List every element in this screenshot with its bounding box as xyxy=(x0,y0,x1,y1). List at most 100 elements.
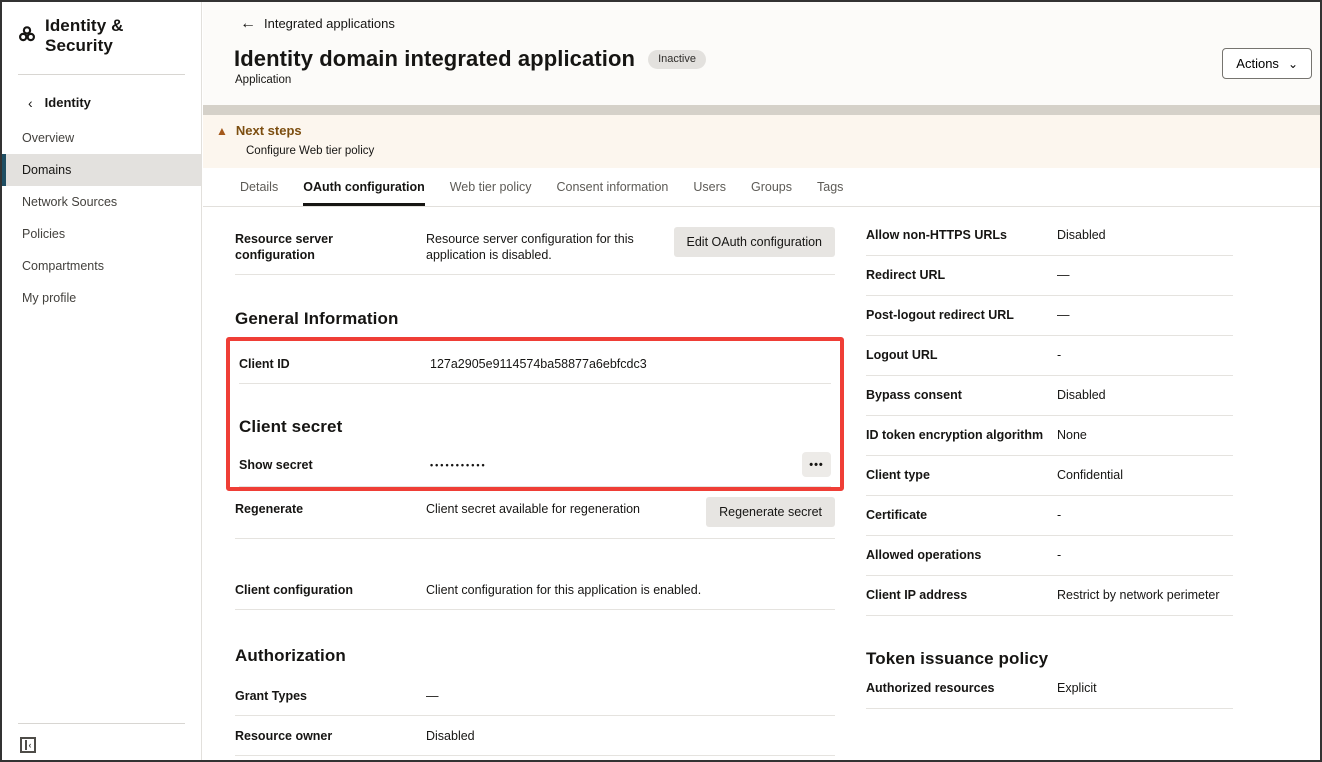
allow-non-https-label: Allow non-HTTPS URLs xyxy=(866,227,1057,243)
page-subtitle: Application xyxy=(235,74,291,86)
page-title: Identity domain integrated application xyxy=(234,46,635,72)
tab-details[interactable]: Details xyxy=(240,168,278,206)
allow-non-https-value: Disabled xyxy=(1057,227,1233,243)
client-type-value: Confidential xyxy=(1057,467,1233,483)
sidebar-section-identity[interactable]: ‹ Identity xyxy=(2,75,201,122)
client-ip-address-label: Client IP address xyxy=(866,587,1057,603)
actions-button[interactable]: Actions ⌄ xyxy=(1222,48,1312,79)
sidebar-item-network-sources[interactable]: Network Sources xyxy=(2,186,201,218)
title-row: Identity domain integrated application I… xyxy=(234,46,706,72)
authorized-resources-value: Explicit xyxy=(1057,680,1233,696)
breadcrumb-label[interactable]: Integrated applications xyxy=(264,16,395,31)
bypass-consent-value: Disabled xyxy=(1057,387,1233,403)
oauth-right-column: Allow non-HTTPS URLs Disabled Redirect U… xyxy=(866,207,1233,709)
show-secret-label: Show secret xyxy=(239,457,430,473)
allowed-operations-value: - xyxy=(1057,547,1233,563)
sidebar-item-domains[interactable]: Domains xyxy=(2,154,201,186)
client-secret-heading: Client secret xyxy=(239,417,831,437)
tab-consent-information[interactable]: Consent information xyxy=(556,168,668,206)
chevron-left-icon[interactable]: ‹ xyxy=(28,98,33,108)
sidebar-item-policies[interactable]: Policies xyxy=(2,218,201,250)
redirect-url-row: Redirect URL — xyxy=(866,256,1233,296)
token-issuance-policy-heading: Token issuance policy xyxy=(866,649,1233,669)
certificate-row: Certificate - xyxy=(866,496,1233,536)
status-badge: Inactive xyxy=(648,50,706,69)
authorized-resources-label: Authorized resources xyxy=(866,680,1057,696)
page-header: ← Integrated applications Identity domai… xyxy=(203,2,1320,105)
warning-icon: ▲ xyxy=(216,125,228,137)
oauth-left-column: Resource server configuration Resource s… xyxy=(235,207,835,762)
breadcrumb[interactable]: ← Integrated applications xyxy=(240,16,395,31)
resource-server-value: Resource server configuration for this a… xyxy=(426,231,674,263)
sidebar: Identity & Security ‹ Identity Overview … xyxy=(2,2,202,760)
certificate-value: - xyxy=(1057,507,1233,523)
tab-bar: Details OAuth configuration Web tier pol… xyxy=(203,168,1320,207)
post-logout-redirect-url-value: — xyxy=(1057,307,1233,323)
edit-oauth-configuration-button[interactable]: Edit OAuth configuration xyxy=(674,227,836,257)
id-token-encryption-label: ID token encryption algorithm xyxy=(866,427,1057,443)
resource-owner-value: Disabled xyxy=(426,728,835,744)
logout-url-value: - xyxy=(1057,347,1233,363)
authorization-heading: Authorization xyxy=(235,646,835,666)
secret-more-actions-button[interactable]: ••• xyxy=(802,452,831,477)
allowed-operations-row: Allowed operations - xyxy=(866,536,1233,576)
sidebar-header: Identity & Security xyxy=(2,2,201,68)
regenerate-label: Regenerate xyxy=(235,501,426,517)
tab-oauth-configuration[interactable]: OAuth configuration xyxy=(303,168,425,206)
id-token-encryption-row: ID token encryption algorithm None xyxy=(866,416,1233,456)
bypass-consent-row: Bypass consent Disabled xyxy=(866,376,1233,416)
client-configuration-row: Client configuration Client configuratio… xyxy=(235,570,835,610)
app-window: Identity & Security ‹ Identity Overview … xyxy=(0,0,1322,762)
tab-content: Resource server configuration Resource s… xyxy=(203,207,1320,762)
show-secret-row: Show secret ••••••••••• ••• xyxy=(239,437,831,487)
collapse-chevron: ‹ xyxy=(29,740,32,750)
allowed-operations-label: Allowed operations xyxy=(866,547,1057,563)
regenerate-secret-button[interactable]: Regenerate secret xyxy=(706,497,835,527)
logout-url-label: Logout URL xyxy=(866,347,1057,363)
tab-groups[interactable]: Groups xyxy=(751,168,792,206)
resource-server-row: Resource server configuration Resource s… xyxy=(235,207,835,275)
regenerate-value: Client secret available for regeneration xyxy=(426,501,706,517)
banner-subtitle[interactable]: Configure Web tier policy xyxy=(246,145,1320,157)
id-token-encryption-value: None xyxy=(1057,427,1233,443)
banner-title: Next steps xyxy=(236,123,302,138)
certificate-label: Certificate xyxy=(866,507,1057,523)
client-ip-address-row: Client IP address Restrict by network pe… xyxy=(866,576,1233,616)
client-id-value: 127a2905e9114574ba58877a6ebfcdc3 xyxy=(430,356,831,372)
grant-types-label: Grant Types xyxy=(235,688,426,704)
collapse-bar xyxy=(25,740,27,750)
resource-owner-row: Resource owner Disabled xyxy=(235,716,835,756)
sidebar-item-my-profile[interactable]: My profile xyxy=(2,282,201,314)
chevron-down-icon: ⌄ xyxy=(1288,60,1298,68)
grant-types-row: Grant Types — xyxy=(235,666,835,716)
redirect-url-label: Redirect URL xyxy=(866,267,1057,283)
sidebar-item-overview[interactable]: Overview xyxy=(2,122,201,154)
redirect-url-value: — xyxy=(1057,267,1233,283)
collapse-sidebar-icon[interactable]: ‹ xyxy=(20,737,36,753)
client-configuration-value: Client configuration for this applicatio… xyxy=(426,582,835,598)
tab-web-tier-policy[interactable]: Web tier policy xyxy=(450,168,532,206)
client-credentials-row: Client credentials Enabled xyxy=(235,756,835,762)
grant-types-value: — xyxy=(426,688,835,704)
logout-url-row: Logout URL - xyxy=(866,336,1233,376)
client-type-row: Client type Confidential xyxy=(866,456,1233,496)
client-type-label: Client type xyxy=(866,467,1057,483)
next-steps-banner: ▲ Next steps Configure Web tier policy xyxy=(203,115,1320,168)
main-area: ← Integrated applications Identity domai… xyxy=(203,2,1320,760)
sidebar-bottom-divider xyxy=(18,723,185,724)
client-configuration-label: Client configuration xyxy=(235,582,426,598)
resource-owner-label: Resource owner xyxy=(235,728,426,744)
allow-non-https-row: Allow non-HTTPS URLs Disabled xyxy=(866,207,1233,256)
header-divider-band xyxy=(203,105,1320,115)
masked-secret-value: ••••••••••• xyxy=(430,457,802,473)
post-logout-redirect-url-row: Post-logout redirect URL — xyxy=(866,296,1233,336)
post-logout-redirect-url-label: Post-logout redirect URL xyxy=(866,307,1057,323)
tab-users[interactable]: Users xyxy=(693,168,726,206)
back-arrow-icon[interactable]: ← xyxy=(240,17,256,30)
bypass-consent-label: Bypass consent xyxy=(866,387,1057,403)
sidebar-title: Identity & Security xyxy=(45,16,185,56)
tab-tags[interactable]: Tags xyxy=(817,168,843,206)
sidebar-item-compartments[interactable]: Compartments xyxy=(2,250,201,282)
general-information-heading: General Information xyxy=(235,309,835,329)
client-ip-address-value: Restrict by network perimeter xyxy=(1057,587,1233,603)
